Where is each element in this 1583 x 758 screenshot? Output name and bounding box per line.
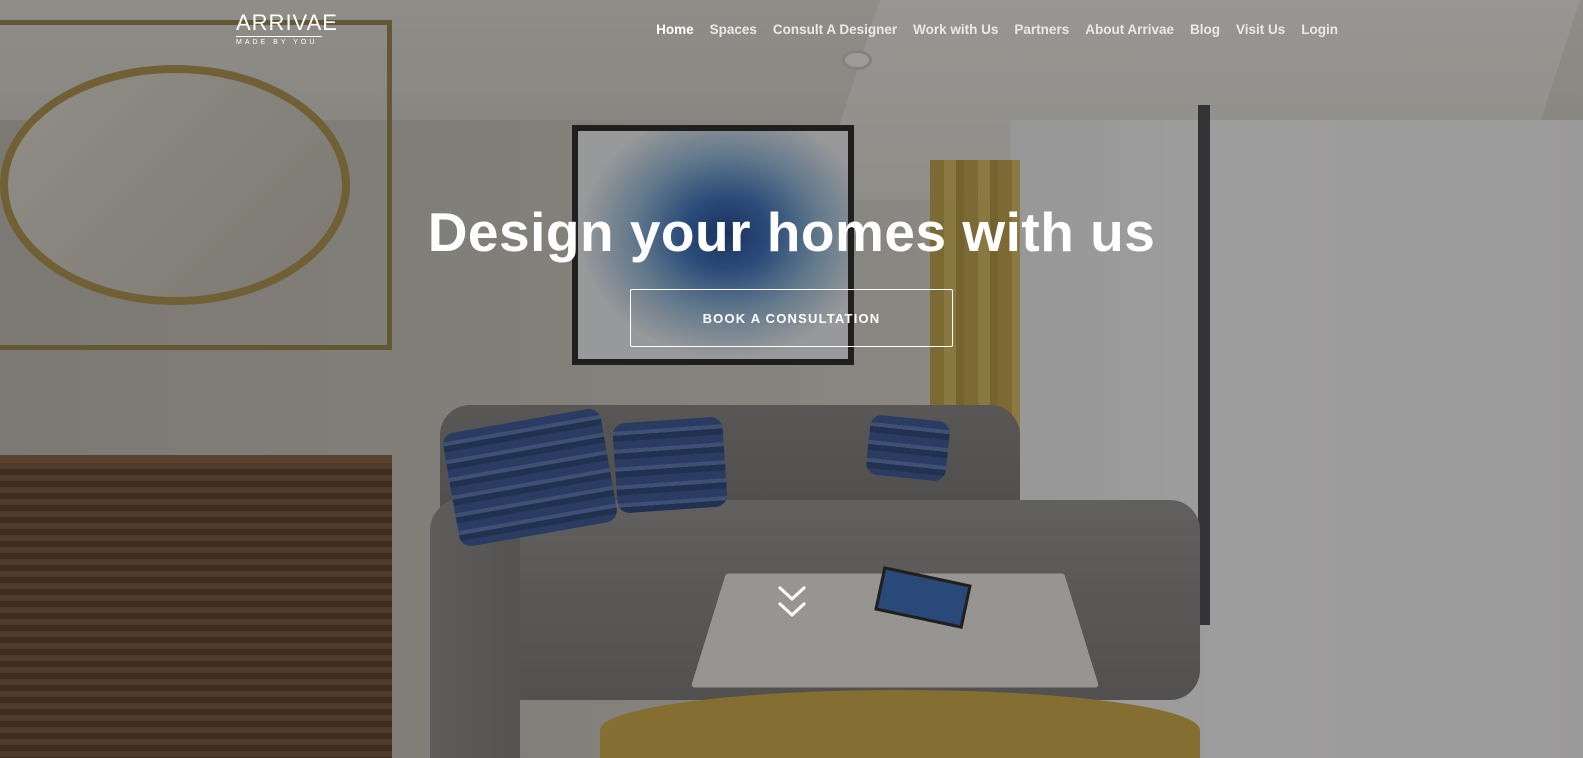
hero-title: Design your homes with us [427,201,1156,263]
brand-name: ARRIVAE [236,10,338,35]
nav-item-blog[interactable]: Blog [1190,22,1220,37]
book-consultation-button[interactable]: BOOK A CONSULTATION [630,289,953,347]
nav-item-partners[interactable]: Partners [1014,22,1069,37]
brand-logo[interactable]: ARRIVAE MADE BY YOU [236,10,338,52]
nav-item-home[interactable]: Home [656,22,694,37]
main-nav: Home Spaces Consult A Designer Work with… [656,22,1338,37]
nav-item-spaces[interactable]: Spaces [710,22,757,37]
chevron-double-down-icon[interactable] [777,585,807,621]
nav-item-work-with-us[interactable]: Work with Us [913,22,998,37]
logo-rule [236,36,322,37]
brand-tagline: MADE BY YOU [236,39,318,46]
nav-item-consult-a-designer[interactable]: Consult A Designer [773,22,897,37]
nav-item-about-arrivae[interactable]: About Arrivae [1085,22,1174,37]
hero-overlay [0,0,1583,758]
nav-item-visit-us[interactable]: Visit Us [1236,22,1285,37]
nav-item-login[interactable]: Login [1301,22,1338,37]
